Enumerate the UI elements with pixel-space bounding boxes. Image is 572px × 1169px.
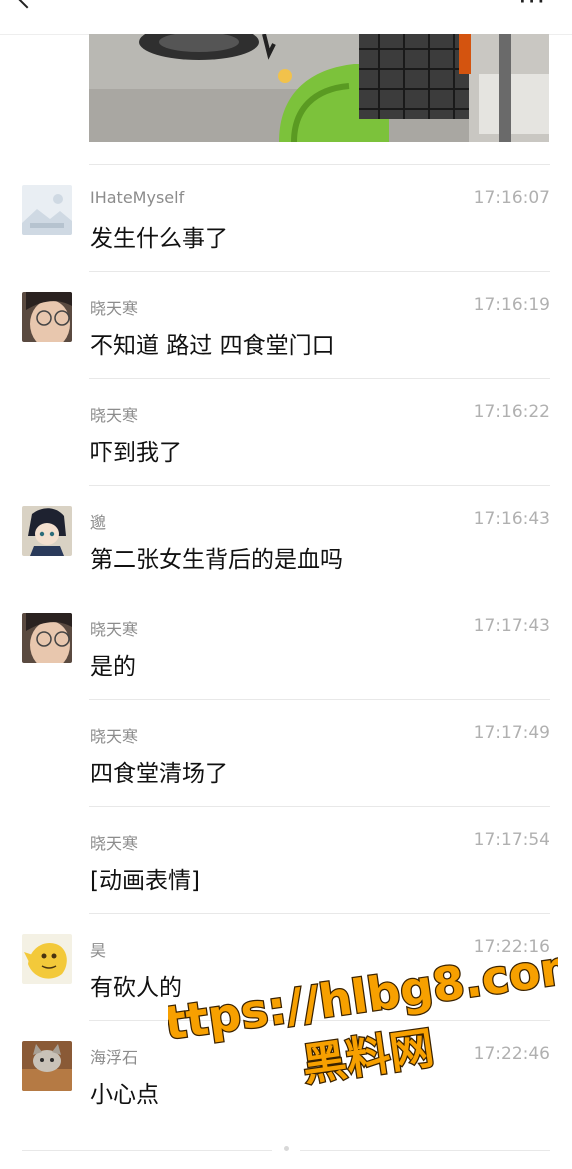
page-dot [284,1146,289,1151]
avatar[interactable] [22,185,72,235]
message-text: 小心点 [90,1082,159,1108]
list-item[interactable]: 晓天寒 17:17:43 是的 [0,592,572,699]
timestamp: 17:16:43 [473,509,550,529]
divider [89,1020,550,1021]
sender-name: 晓天寒 [90,406,139,425]
more-icon[interactable]: ··· [518,0,546,15]
list-item[interactable]: IHateMyself 17:16:07 发生什么事了 [0,164,572,271]
divider [300,1150,550,1151]
divider [22,1150,272,1151]
message-text: 第二张女生背后的是血吗 [90,547,343,573]
divider [89,913,550,914]
list-item[interactable]: 晓天寒 17:17:54 [动画表情] [0,806,572,913]
message-text: 不知道 路过 四食堂门口 [90,333,335,359]
avatar[interactable] [22,934,72,984]
timestamp: 17:16:19 [473,295,550,315]
avatar[interactable] [22,506,72,556]
list-item[interactable]: 晓天寒 17:17:49 四食堂清场了 [0,699,572,806]
divider [89,806,550,807]
top-bar: ··· [0,0,572,35]
sender-name: 晓天寒 [90,834,139,853]
avatar[interactable] [22,613,72,663]
timestamp: 17:22:46 [473,1044,550,1064]
list-item[interactable]: 晓天寒 17:16:19 不知道 路过 四食堂门口 [0,271,572,378]
sender-name: 晓天寒 [90,620,139,639]
message-text: [动画表情] [90,868,200,894]
sender-name: 昊 [90,941,107,960]
list-item[interactable]: 海浮石 17:22:46 小心点 [0,1020,572,1127]
timestamp: 17:22:16 [473,937,550,957]
divider [89,164,550,165]
timestamp: 17:17:54 [473,830,550,850]
message-text: 有砍人的 [90,975,182,1001]
avatar[interactable] [22,1041,72,1091]
list-item[interactable]: 邈 17:16:43 第二张女生背后的是血吗 [0,485,572,592]
sender-name: 晓天寒 [90,299,139,318]
message-text: 吓到我了 [90,440,182,466]
sender-name: 海浮石 [90,1048,139,1067]
timestamp: 17:16:07 [473,188,550,208]
timestamp: 17:16:22 [473,402,550,422]
list-item[interactable]: 昊 17:22:16 有砍人的 [0,913,572,1020]
list-item[interactable]: 晓天寒 17:16:22 吓到我了 [0,378,572,485]
message-text: 四食堂清场了 [90,761,228,787]
timestamp: 17:17:49 [473,723,550,743]
divider [89,271,550,272]
message-text: 是的 [90,654,136,680]
sender-name: 晓天寒 [90,727,139,746]
avatar[interactable] [22,292,72,342]
timestamp: 17:17:43 [473,616,550,636]
back-icon[interactable] [11,0,43,9]
sender-name: 邈 [90,513,107,532]
sender-name: IHateMyself [90,188,185,207]
divider [89,378,550,379]
message-text: 发生什么事了 [90,226,228,252]
divider [89,699,550,700]
divider [89,485,550,486]
image-message[interactable] [89,34,549,142]
